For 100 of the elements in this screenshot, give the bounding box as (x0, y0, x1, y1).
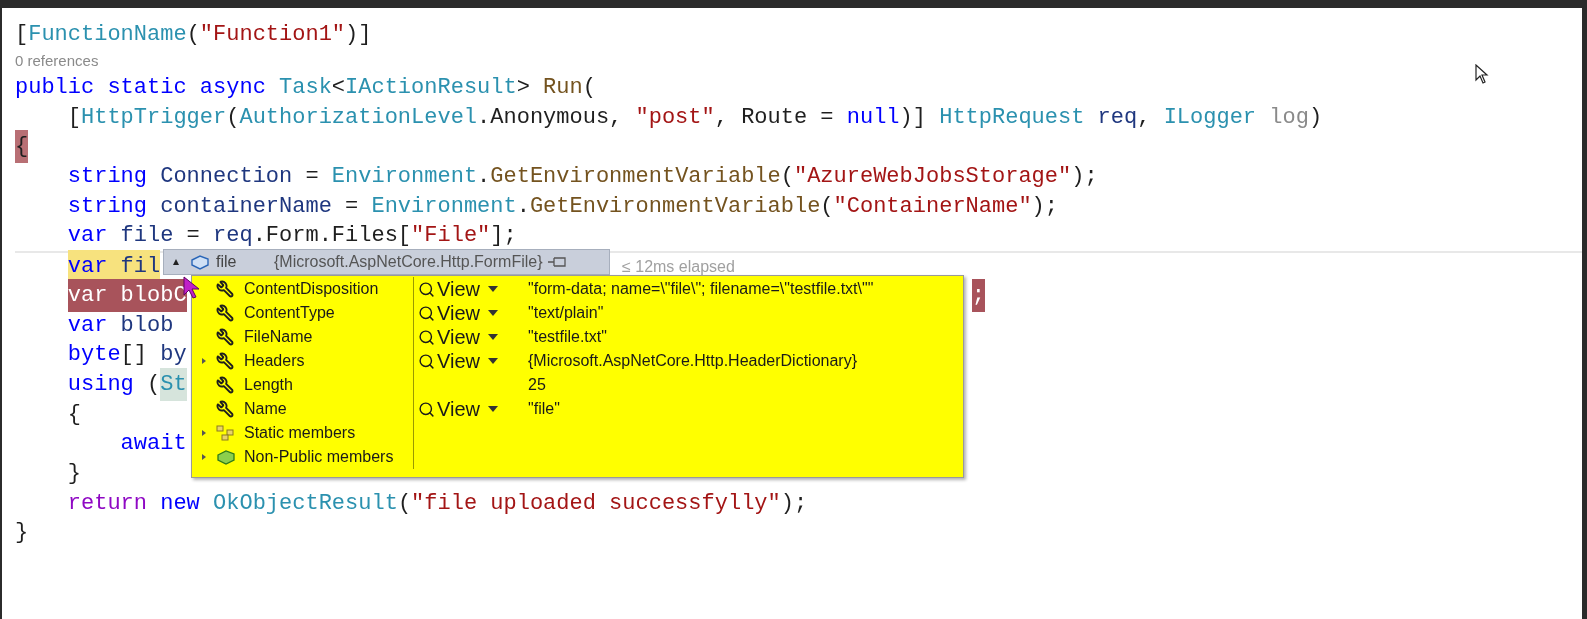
code-token: [ (67, 103, 81, 132)
mouse-cursor-icon (1475, 64, 1489, 84)
code-token: Environment (331, 163, 478, 192)
code-token: [] (120, 341, 148, 370)
code-token: fil (119, 253, 161, 282)
code-token: , Route = (714, 103, 835, 132)
code-token: "AzureWebJobsStorage" (793, 163, 1072, 192)
collapse-triangle-icon[interactable] (172, 258, 180, 266)
code-token: var (67, 311, 108, 340)
member-name: Name (244, 399, 287, 419)
expand-arrow-icon[interactable] (201, 453, 207, 461)
expand-arrow-icon[interactable] (201, 357, 207, 365)
wrench-icon (216, 280, 234, 298)
code-token: req (1096, 103, 1138, 132)
code-token: ( (186, 21, 200, 50)
member-name: Headers (244, 351, 305, 371)
code-token: ]; (490, 222, 517, 251)
member-row[interactable]: Headers (192, 349, 413, 373)
code-token: blob (119, 311, 174, 340)
member-row[interactable]: Name (192, 397, 413, 421)
view-button[interactable]: View (418, 394, 498, 424)
highlighted-reference: St (160, 367, 187, 401)
matched-brace: { (15, 130, 29, 164)
code-token: ); (780, 489, 808, 518)
code-token: Task (279, 74, 332, 103)
code-token: } (67, 459, 81, 488)
wrench-icon (216, 376, 234, 394)
code-token: public static async (15, 74, 267, 103)
member-row[interactable]: Non-Public members (192, 445, 413, 469)
member-value: "form-data; name=\"file\"; filename=\"testfile.txt\"" (528, 279, 874, 299)
member-row[interactable]: ContentType (192, 301, 413, 325)
reference-count-link[interactable]: 0 references (15, 49, 99, 73)
code-token: byte (67, 341, 121, 370)
code-token: .Anonymous, (477, 103, 624, 132)
code-token: .Form.Files[ (252, 222, 412, 251)
wrench-icon (216, 400, 234, 418)
code-token: . (477, 163, 491, 192)
code-token: = (304, 163, 320, 192)
caret-icon (488, 286, 498, 292)
search-icon (418, 328, 435, 346)
caret-icon (488, 406, 498, 412)
code-token: HttpTrigger (81, 103, 227, 132)
member-name: Non-Public members (244, 447, 394, 467)
cube-icon (190, 253, 210, 271)
search-icon (418, 400, 435, 418)
member-name: ContentType (244, 303, 335, 323)
pin-icon[interactable] (546, 255, 567, 269)
code-token: var (67, 222, 108, 251)
code-token: containerName (159, 192, 332, 221)
code-token: "File" (411, 222, 491, 251)
code-token: null (846, 103, 900, 132)
code-token: "post" (635, 103, 715, 132)
code-token: string (67, 192, 147, 221)
code-token: IActionResult (345, 74, 517, 103)
search-icon (418, 352, 435, 370)
code-token: , (1137, 103, 1152, 132)
code-token: . (516, 192, 530, 221)
code-token: ( (780, 163, 794, 192)
member-name: Static members (244, 423, 356, 443)
code-token: GetEnvironmentVariable (529, 192, 821, 221)
code-token: { (67, 400, 81, 429)
code-token: Connection (159, 163, 293, 192)
code-token: < (331, 74, 346, 103)
member-row[interactable]: Length (192, 373, 413, 397)
code-token: OkObjectResult (213, 489, 398, 518)
member-row[interactable]: Static members (192, 421, 413, 445)
variable-type: {Microsoft.AspNetCore.Http.FormFile} (274, 252, 543, 272)
caret-icon (488, 358, 498, 364)
code-token: ( (820, 192, 834, 221)
performance-tip: ≤ 12ms elapsed (622, 257, 735, 277)
code-token: Environment (371, 192, 517, 221)
code-token: var (67, 253, 108, 282)
code-token: file (119, 222, 174, 251)
code-token: "file uploaded successfylly" (411, 489, 781, 518)
caret-icon (488, 334, 498, 340)
code-token: "ContainerName" (833, 192, 1032, 221)
search-icon (418, 280, 435, 298)
static-members-icon (216, 424, 236, 442)
code-token: string (67, 163, 147, 192)
code-token: ; (971, 278, 985, 312)
caret-icon (488, 310, 498, 316)
code-token: FunctionName (28, 21, 187, 50)
code-token: Run (543, 74, 583, 103)
code-token: return (67, 489, 147, 518)
code-token: using (67, 370, 134, 399)
code-token: var blobC (67, 281, 187, 310)
code-token: ( (582, 74, 596, 103)
code-token: log (1268, 103, 1309, 132)
code-token: )] (345, 21, 372, 50)
code-token: AuthorizationLevel (239, 103, 478, 132)
variable-name: file (216, 252, 238, 272)
member-row[interactable]: FileName (192, 325, 413, 349)
member-value: {Microsoft.AspNetCore.Http.HeaderDictionary} (528, 351, 858, 371)
code-token: = (185, 222, 201, 251)
member-value: "text/plain" (528, 303, 604, 323)
expand-arrow-icon[interactable] (201, 429, 207, 437)
code-token: ( (397, 489, 412, 518)
code-token: ILogger (1163, 103, 1257, 132)
code-token: await (120, 430, 187, 459)
member-name: Length (244, 375, 293, 395)
